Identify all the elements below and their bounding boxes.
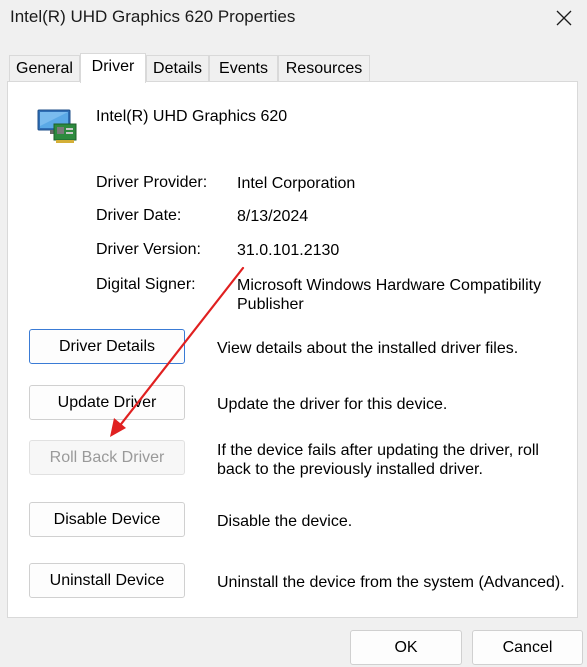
window-title: Intel(R) UHD Graphics 620 Properties <box>10 7 296 26</box>
close-icon <box>556 10 572 26</box>
driver-provider-value: Intel Corporation <box>237 175 356 192</box>
roll-back-driver-button: Roll Back Driver <box>29 440 185 475</box>
uninstall-device-description: Uninstall the device from the system (Ad… <box>217 574 565 591</box>
driver-tab-panel: Intel(R) UHD Graphics 620 Driver Provide… <box>7 81 578 618</box>
disable-device-description: Disable the device. <box>217 513 353 530</box>
uninstall-device-button[interactable]: Uninstall Device <box>29 563 185 598</box>
roll-back-description-line1: If the device fails after updating the d… <box>217 442 539 459</box>
tab-driver[interactable]: Driver <box>80 53 146 83</box>
driver-provider-label: Driver Provider: <box>96 174 208 191</box>
cancel-button[interactable]: Cancel <box>472 630 583 665</box>
properties-dialog: Intel(R) UHD Graphics 620 Properties Gen… <box>0 0 587 667</box>
disable-device-button[interactable]: Disable Device <box>29 502 185 537</box>
update-driver-description: Update the driver for this device. <box>217 396 448 413</box>
digital-signer-value-line1: Microsoft Windows Hardware Compatibility <box>237 277 542 294</box>
ok-button[interactable]: OK <box>350 630 462 665</box>
device-name: Intel(R) UHD Graphics 620 <box>96 108 288 125</box>
driver-date-label: Driver Date: <box>96 207 182 224</box>
digital-signer-label: Digital Signer: <box>96 276 196 293</box>
driver-details-description: View details about the installed driver … <box>217 340 519 357</box>
driver-date-value: 8/13/2024 <box>237 208 309 225</box>
tab-events[interactable]: Events <box>209 55 278 82</box>
tab-details[interactable]: Details <box>146 55 209 82</box>
update-driver-button[interactable]: Update Driver <box>29 385 185 420</box>
title-bar: Intel(R) UHD Graphics 620 Properties <box>0 0 587 38</box>
roll-back-description-line2: back to the previously installed driver. <box>217 461 483 478</box>
tab-resources[interactable]: Resources <box>278 55 370 82</box>
digital-signer-value-line2: Publisher <box>237 296 304 313</box>
driver-version-value: 31.0.101.2130 <box>237 242 340 259</box>
close-button[interactable] <box>541 0 587 36</box>
driver-details-button[interactable]: Driver Details <box>29 329 185 364</box>
tab-general[interactable]: General <box>9 55 80 82</box>
driver-version-label: Driver Version: <box>96 241 201 258</box>
display-adapter-icon <box>37 109 77 143</box>
